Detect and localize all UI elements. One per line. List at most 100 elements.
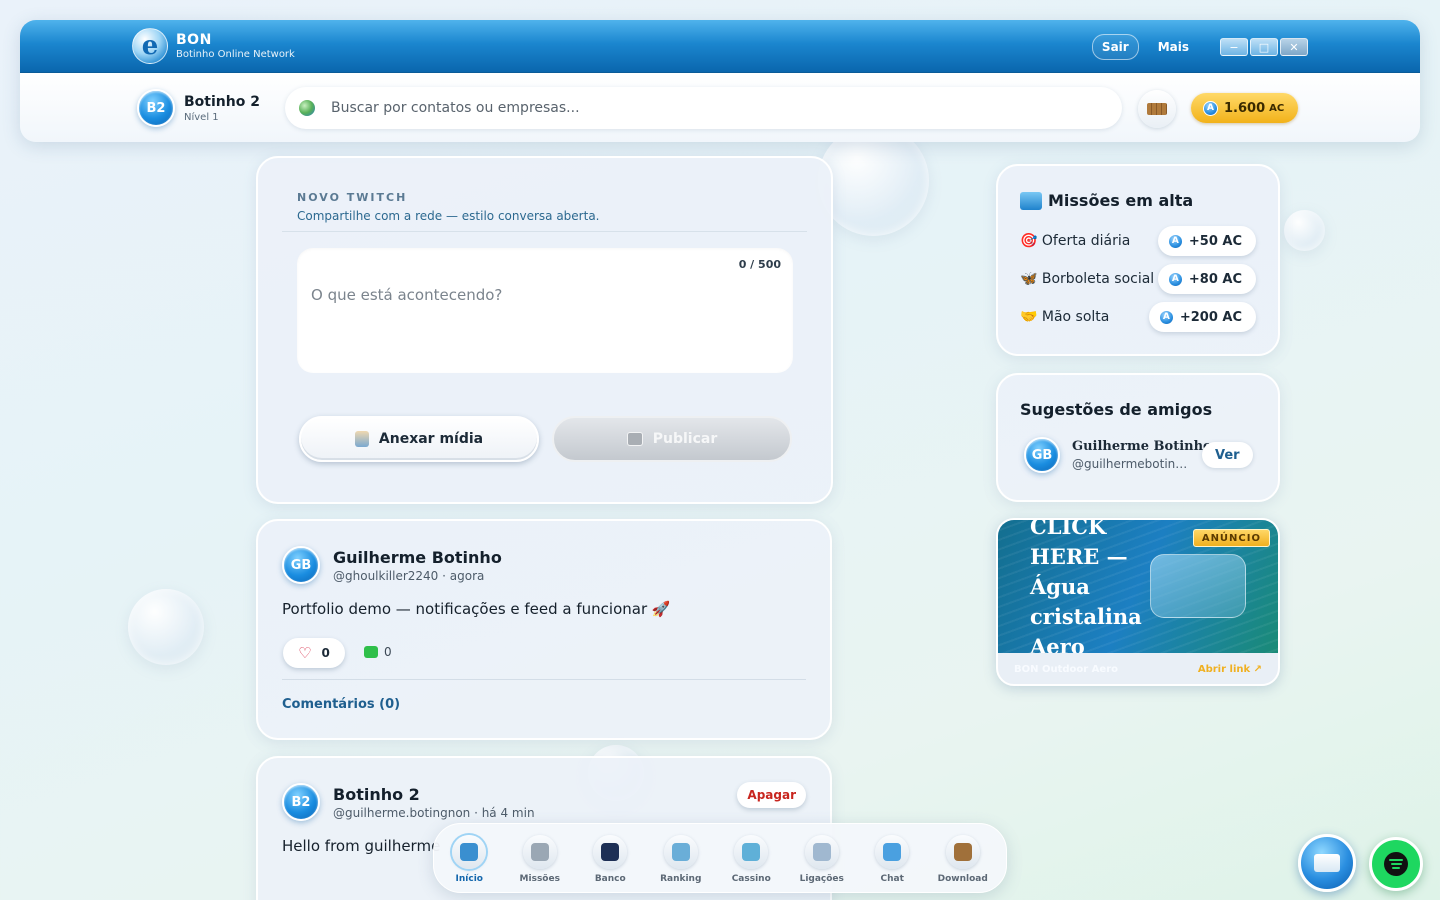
delete-post-button[interactable]: Apagar bbox=[737, 782, 806, 808]
like-count: 0 bbox=[321, 646, 330, 660]
mission-item[interactable]: 🦋 Borboleta social A +80 AC bbox=[1020, 264, 1256, 294]
avatar[interactable]: GB bbox=[282, 546, 320, 584]
download-icon bbox=[953, 843, 972, 861]
attach-label: Anexar mídia bbox=[378, 431, 484, 447]
mission-item[interactable]: 🎯 Oferta diária A +50 AC bbox=[1020, 226, 1256, 256]
home-icon bbox=[460, 843, 479, 861]
ad-open-link[interactable]: Abrir link ↗ bbox=[1198, 664, 1262, 675]
app-window: e BON Botinho Online Network Sair Mais −… bbox=[20, 20, 1420, 142]
dock-item-missoes[interactable]: Missões bbox=[505, 824, 576, 892]
divider bbox=[282, 679, 806, 680]
comment-counter[interactable]: 0 bbox=[364, 645, 392, 659]
post-author[interactable]: Guilherme Botinho bbox=[333, 548, 502, 567]
attach-icon bbox=[354, 431, 369, 447]
decor-bubble bbox=[128, 589, 204, 665]
maximize-button[interactable]: □ bbox=[1250, 38, 1278, 56]
mail-icon bbox=[1314, 854, 1340, 872]
composer-textarea[interactable] bbox=[297, 248, 793, 373]
ad-source: BON Outdoor Aero bbox=[1014, 664, 1119, 675]
ad-card[interactable]: CLICK HERE — Água cristalina Aero ANÚNCI… bbox=[996, 518, 1280, 686]
dock-item-inicio[interactable]: Início bbox=[434, 824, 505, 892]
more-button[interactable]: Mais bbox=[1149, 35, 1198, 59]
wallet-amount: 1.600 bbox=[1224, 100, 1266, 116]
coin-icon: A bbox=[1203, 100, 1218, 116]
coin-icon: A bbox=[1158, 309, 1174, 325]
comment-count: 0 bbox=[384, 645, 392, 659]
ad-badge: ANÚNCIO bbox=[1192, 529, 1270, 547]
heart-icon: ♡ bbox=[298, 644, 312, 662]
mission-reward: A +80 AC bbox=[1157, 264, 1256, 294]
mission-label: 🤝 Mão solta bbox=[1020, 309, 1110, 325]
bottom-dock: Início Missões Banco Ranking Cassino Lig… bbox=[433, 823, 1007, 893]
missions-title: Missões em alta bbox=[1020, 191, 1193, 210]
view-friend-button[interactable]: Ver bbox=[1202, 442, 1253, 468]
avatar[interactable]: GB bbox=[1024, 437, 1060, 473]
dock-item-chat[interactable]: Chat bbox=[857, 824, 928, 892]
ad-footer: BON Outdoor Aero Abrir link ↗ bbox=[998, 653, 1278, 684]
decor-bubble bbox=[1284, 210, 1325, 251]
post-author[interactable]: Botinho 2 bbox=[333, 785, 535, 804]
bank-icon bbox=[601, 843, 620, 861]
exit-button[interactable]: Sair bbox=[1091, 34, 1139, 60]
divider bbox=[282, 231, 807, 232]
composer-subtitle: Compartilhe com a rede — estilo conversa… bbox=[297, 209, 600, 223]
calls-icon bbox=[812, 843, 831, 861]
avatar[interactable]: B2 bbox=[282, 783, 320, 821]
mail-button[interactable] bbox=[1298, 834, 1356, 892]
globe-icon bbox=[299, 100, 315, 116]
dock-item-cassino[interactable]: Cassino bbox=[716, 824, 787, 892]
comments-link[interactable]: Comentários (0) bbox=[282, 697, 400, 712]
close-button[interactable]: ✕ bbox=[1280, 38, 1308, 56]
minimize-button[interactable]: − bbox=[1220, 38, 1248, 56]
title-bar: e BON Botinho Online Network Sair Mais −… bbox=[20, 20, 1420, 73]
friend-suggestion: GB Guilherme Botinho @guilhermebotinho V… bbox=[1024, 437, 1256, 473]
user-name: Botinho 2 bbox=[184, 93, 260, 110]
mission-reward: A +50 AC bbox=[1157, 226, 1256, 256]
search-bar[interactable] bbox=[285, 87, 1122, 129]
mission-label: 🎯 Oferta diária bbox=[1020, 233, 1131, 249]
composer-input-box: 0 / 500 bbox=[297, 248, 793, 373]
publish-icon bbox=[626, 432, 643, 446]
dock-item-download[interactable]: Download bbox=[928, 824, 999, 892]
spotify-button[interactable] bbox=[1369, 837, 1423, 891]
publish-button[interactable]: Publicar bbox=[552, 416, 792, 462]
bench-icon bbox=[1147, 103, 1167, 115]
comment-bubble-icon bbox=[364, 646, 378, 658]
user-level: Nível 1 bbox=[184, 111, 219, 123]
post-handle-time: @guilherme.botingnon · há 4 min bbox=[333, 805, 535, 820]
missions-chart-icon bbox=[1020, 191, 1042, 210]
post-text: Hello from guilherme bbox=[282, 837, 441, 855]
casino-icon bbox=[742, 843, 761, 861]
post-card: GB Guilherme Botinho @ghoulkiller2240 · … bbox=[256, 519, 832, 740]
post-text: Portfolio demo — notificações e feed a f… bbox=[282, 600, 671, 618]
mission-reward: A +200 AC bbox=[1148, 302, 1256, 332]
ad-image[interactable]: CLICK HERE — Água cristalina Aero ANÚNCI… bbox=[998, 520, 1278, 653]
dock-item-ligacoes[interactable]: Ligações bbox=[787, 824, 858, 892]
user-chip[interactable]: B2 Botinho 2 Nível 1 bbox=[137, 89, 260, 127]
app-subtitle: Botinho Online Network bbox=[176, 49, 295, 60]
friend-handle: @guilhermebotinho bbox=[1072, 457, 1190, 471]
composer-kicker: NOVO TWITCH bbox=[297, 191, 408, 204]
spotify-icon bbox=[1384, 852, 1408, 876]
coin-icon: A bbox=[1167, 271, 1183, 287]
friend-suggestions-card: Sugestões de amigos GB Guilherme Botinho… bbox=[996, 373, 1280, 502]
coin-icon: A bbox=[1167, 233, 1183, 249]
wallet-balance[interactable]: A 1.600 AC bbox=[1191, 93, 1299, 123]
missions-icon bbox=[530, 843, 549, 861]
ad-headline: CLICK HERE — Água cristalina Aero bbox=[1030, 520, 1142, 653]
attach-media-button[interactable]: Anexar mídia bbox=[299, 416, 539, 462]
friend-name: Guilherme Botinho bbox=[1072, 439, 1212, 454]
dock-item-banco[interactable]: Banco bbox=[575, 824, 646, 892]
toolbar: B2 Botinho 2 Nível 1 A 1.600 AC bbox=[20, 73, 1420, 142]
dock-item-ranking[interactable]: Ranking bbox=[646, 824, 717, 892]
ad-glass-shape bbox=[1150, 554, 1246, 618]
search-input[interactable] bbox=[331, 100, 1091, 116]
like-button[interactable]: ♡ 0 bbox=[283, 638, 345, 668]
chat-icon bbox=[883, 843, 902, 861]
browser-logo-icon: e bbox=[132, 28, 168, 64]
char-counter: 0 / 500 bbox=[738, 258, 781, 271]
bench-button[interactable] bbox=[1138, 90, 1176, 128]
mission-item[interactable]: 🤝 Mão solta A +200 AC bbox=[1020, 302, 1256, 332]
mission-label: 🦋 Borboleta social bbox=[1020, 271, 1155, 287]
ranking-icon bbox=[671, 843, 690, 861]
